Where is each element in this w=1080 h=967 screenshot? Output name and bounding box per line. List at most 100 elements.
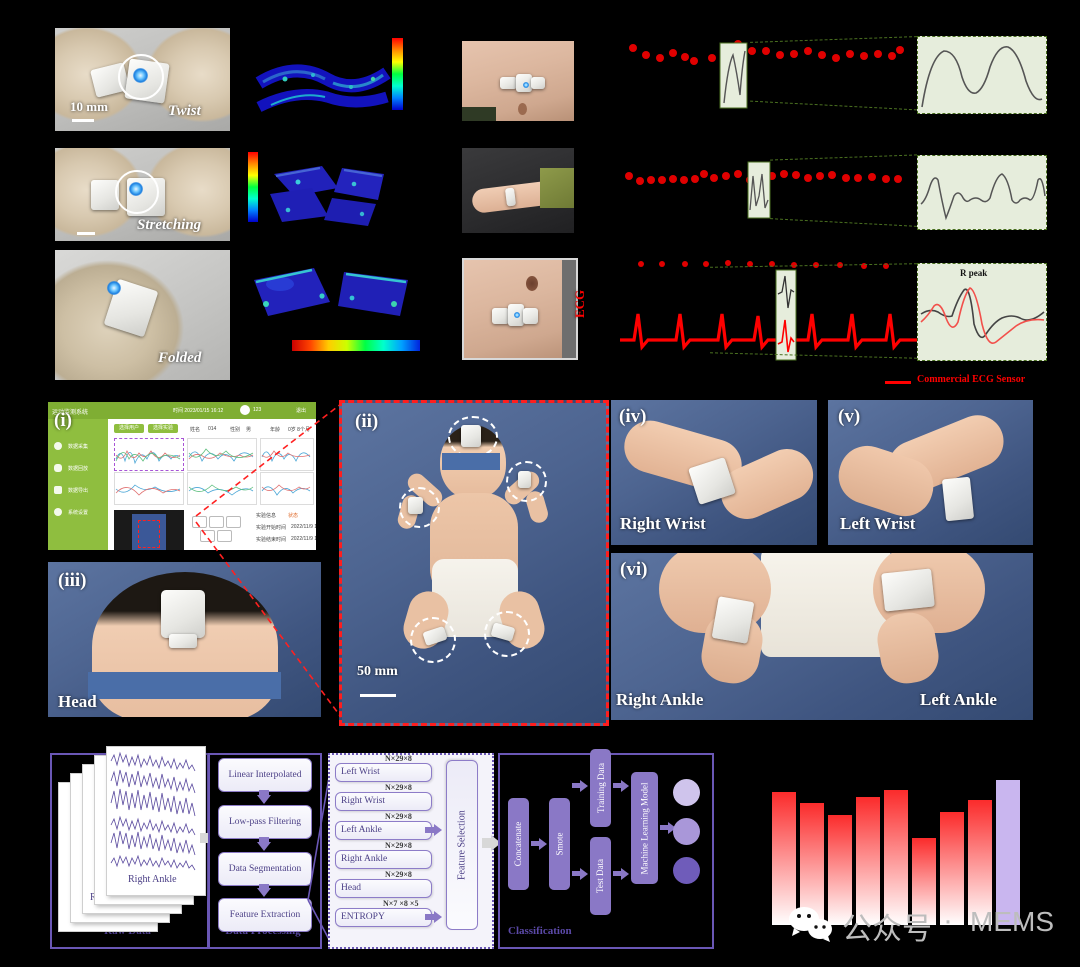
feature-dim-right-ankle: N×29×8	[385, 841, 412, 850]
info-section-title: 实验信息	[256, 513, 277, 519]
output-circle-1	[673, 779, 700, 806]
node-low-pass-filtering[interactable]: Low-pass Filtering	[218, 805, 312, 839]
node-concatenate[interactable]: Concatenate	[508, 798, 529, 890]
software-header-exit[interactable]: 退出	[296, 407, 306, 414]
signal-chart-6[interactable]	[260, 472, 314, 505]
bottom-block: Raw Data Head Left Wrist Right Wrist Lef…	[0, 740, 1080, 967]
fea-sim-folded	[248, 258, 428, 333]
node-smote[interactable]: Smote	[549, 798, 570, 890]
photo-abdomen	[462, 41, 574, 121]
node-machine-learning-model[interactable]: Machine Learning Model	[631, 772, 658, 884]
node-ml-model-label: Machine Learning Model	[639, 782, 649, 874]
node-feature-extraction[interactable]: Feature Extraction	[218, 898, 312, 932]
menu-icon-plus[interactable]	[54, 508, 62, 516]
feature-input-right-wrist[interactable]: Right Wrist	[335, 792, 432, 811]
panel-tag-i: (i)	[54, 410, 72, 431]
watermark-brand: 公众号	[842, 913, 932, 946]
zoom-panel-respiration	[917, 36, 1047, 114]
menu-label-export[interactable]: 数据导出	[68, 487, 88, 494]
menu-icon-chat[interactable]	[54, 464, 62, 472]
node-test-data-label: Test Data	[595, 858, 606, 894]
caption-left-wrist: Left Wrist	[840, 514, 916, 533]
feature-input-head[interactable]: Head	[335, 879, 432, 898]
select-exp-button[interactable]: 选择实验	[148, 424, 178, 433]
privacy-censor-bar	[442, 453, 500, 470]
node-linear-interpolated[interactable]: Linear Interpolated	[218, 758, 312, 792]
node-data-segmentation[interactable]: Data Segmentation	[218, 852, 312, 886]
age-value: 0岁 8个月	[288, 427, 310, 433]
caption-left-ankle: Left Ankle	[920, 690, 997, 709]
photo-wrist	[462, 148, 574, 233]
wechat-icon	[789, 907, 832, 942]
signal-chart-5[interactable]	[187, 472, 257, 505]
feature-dim-head: N×29×8	[385, 870, 412, 879]
caption-right-ankle: Right Ankle	[616, 690, 704, 709]
feature-dim-entropy: N×7 ×8 ×5	[383, 899, 419, 908]
name-label: 姓名	[190, 427, 201, 433]
menu-icon-record[interactable]	[54, 442, 62, 450]
twist-scale-label: 10 mm	[70, 99, 108, 114]
folded-label: Folded	[158, 350, 202, 366]
name-value: 014	[208, 426, 217, 432]
caption-right-wrist: Right Wrist	[620, 514, 706, 533]
feature-input-left-ankle[interactable]: Left Ankle	[335, 821, 432, 840]
sex-value: 男	[246, 427, 252, 433]
info-start-label: 实验开始时间	[256, 525, 287, 531]
watermark-name: MEMS	[970, 906, 1054, 937]
ecg-legend: Commercial ECG Sensor	[885, 374, 1075, 390]
twist-label: Twist	[168, 103, 201, 119]
panel-tag-v: (v)	[838, 406, 861, 427]
node-feature-selection[interactable]: Feature Selection	[446, 760, 478, 930]
watermark-separator: ·	[943, 904, 953, 937]
software-header-time: 时间 2023/01/15 16:12	[173, 408, 224, 414]
ecg-axis-label: ECG	[572, 289, 587, 318]
info-start-value: 2022/11/9 16:05:38	[291, 524, 316, 530]
zoom-panel-pulse	[917, 155, 1047, 230]
menu-label-record[interactable]: 数据采集	[68, 443, 88, 450]
info-end-value: 2022/11/9 16:10:04	[291, 536, 316, 542]
menu-icon-print[interactable]	[54, 486, 62, 494]
raw-card-label-right-ankle: Right Ankle	[128, 874, 177, 885]
playback-controls[interactable]	[190, 514, 250, 546]
colorbar-vertical-1	[392, 38, 403, 110]
signal-chart-1[interactable]	[114, 438, 184, 471]
select-user-button[interactable]: 选择用户	[114, 424, 144, 433]
menu-label-settings[interactable]: 系统设置	[68, 509, 88, 516]
output-circle-3	[673, 857, 700, 884]
r-peak-label: R peak	[960, 268, 988, 278]
fea-sim-stretch	[258, 148, 408, 233]
node-test-data[interactable]: Test Data	[590, 837, 611, 915]
signal-chart-2[interactable]	[187, 438, 257, 471]
section-title-classification: Classification	[508, 925, 572, 937]
feature-input-left-wrist[interactable]: Left Wrist	[335, 763, 432, 782]
scale-bar	[72, 119, 94, 122]
node-training-data-label: Training Data	[595, 763, 606, 813]
user-avatar-icon	[240, 405, 250, 415]
wechat-watermark: 公众号 · MEMS	[788, 904, 1068, 946]
ecg-legend-label: Commercial ECG Sensor	[917, 374, 1026, 385]
menu-label-replay[interactable]: 数据回放	[68, 465, 88, 472]
middle-block: 运动监测系统 时间 2023/01/15 16:12 123 退出 数据采集 数…	[0, 392, 1080, 732]
signal-chart-3[interactable]	[260, 438, 314, 471]
video-thumbnail[interactable]	[114, 510, 184, 550]
age-label: 年龄	[270, 427, 281, 433]
panel-tag-iv: (iv)	[619, 406, 647, 427]
node-concatenate-label: Concatenate	[513, 821, 524, 867]
caption-head: Head	[58, 692, 97, 711]
signal-chart-4[interactable]	[114, 472, 184, 505]
sex-label: 性别	[230, 427, 241, 433]
photo-twist	[55, 28, 230, 131]
node-smote-label: Smote	[554, 832, 565, 856]
panel-tag-ii: (ii)	[355, 411, 379, 432]
info-end-label: 实验结束时间	[256, 537, 287, 543]
feature-input-entropy[interactable]: ENTROPY	[335, 908, 432, 927]
panel-tag-iii: (iii)	[58, 570, 87, 591]
feature-dim-right-wrist: N×29×8	[385, 783, 412, 792]
feature-dim-left-wrist: N×29×8	[385, 754, 412, 763]
output-circle-2	[673, 818, 700, 845]
node-training-data[interactable]: Training Data	[590, 749, 611, 827]
top-block: 10 mm Twist Stretching Folded ECG R peak…	[0, 0, 1080, 392]
feature-input-right-ankle[interactable]: Right Ankle	[335, 850, 432, 869]
panel-i-software: 运动监测系统 时间 2023/01/15 16:12 123 退出 数据采集 数…	[48, 402, 316, 550]
colorbar-vertical-2	[248, 152, 258, 222]
